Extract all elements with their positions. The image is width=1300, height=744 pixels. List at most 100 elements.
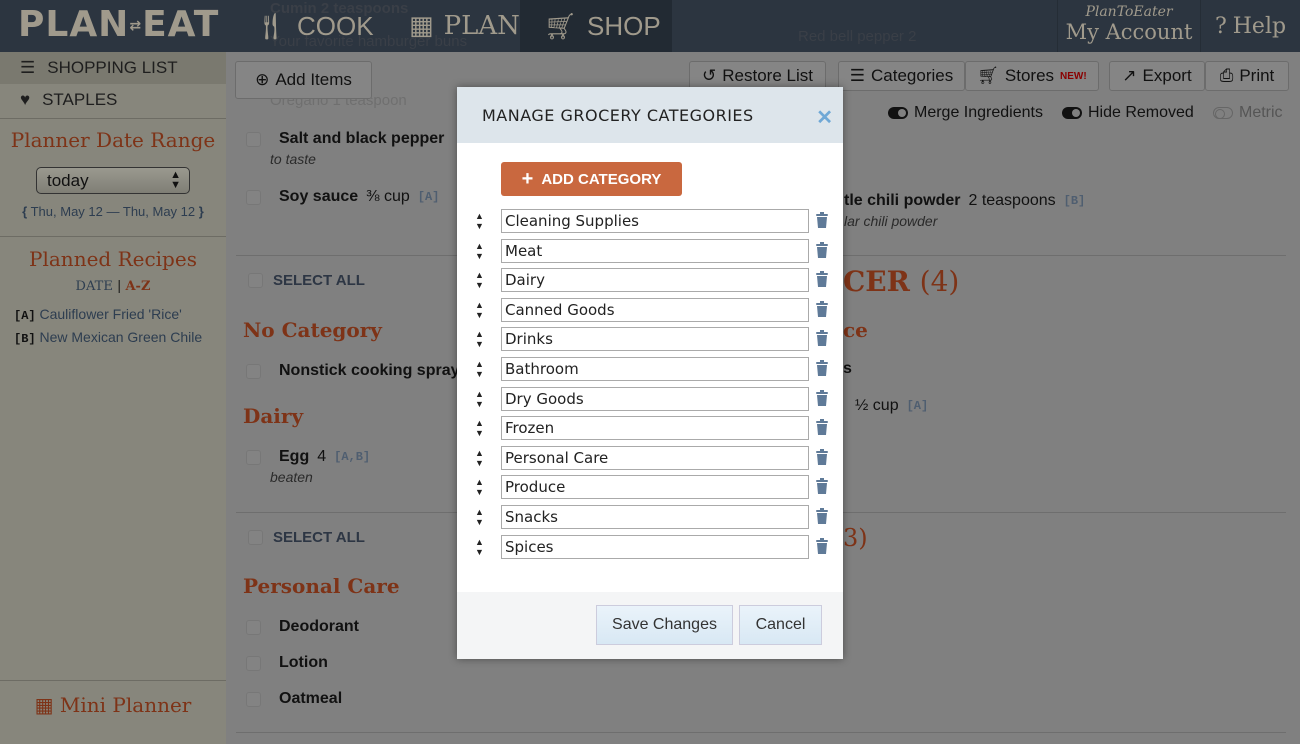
checkbox[interactable] <box>246 691 261 707</box>
category-name-input[interactable]: Dry Goods <box>501 386 809 411</box>
category-name-input[interactable]: Snacks <box>501 505 809 529</box>
drag-handle-icon[interactable]: ▲ ▼ <box>475 329 484 349</box>
trash-icon[interactable] <box>815 537 829 555</box>
drag-handle-icon[interactable]: ▲ ▼ <box>475 448 484 468</box>
trash-icon[interactable] <box>815 448 829 466</box>
category-name-input[interactable]: Drinks <box>501 327 809 352</box>
category-row: ▲ ▼ Drinks <box>475 327 835 352</box>
divider <box>843 512 1286 513</box>
category-name-input[interactable]: Dairy <box>501 268 809 293</box>
logo[interactable]: PLAN⇄EAT <box>18 4 219 45</box>
list-icon: ☰ <box>849 66 866 85</box>
select-all[interactable]: SELECT ALL <box>248 529 365 546</box>
category-name-input[interactable]: Personal Care <box>501 445 809 470</box>
divider <box>236 255 457 256</box>
category-heading: Dairy <box>243 404 304 428</box>
list-item[interactable]: s <box>843 360 852 378</box>
list-item[interactable]: Salt and black pepper <box>246 130 444 148</box>
trash-icon[interactable] <box>815 507 829 525</box>
trash-icon[interactable] <box>815 418 829 436</box>
drag-handle-icon[interactable]: ▲ ▼ <box>475 389 484 409</box>
drag-handle-icon[interactable]: ▲ ▼ <box>475 359 484 379</box>
drag-handle-icon[interactable]: ▲ ▼ <box>475 241 484 261</box>
list-item[interactable]: Soy sauce ⅜ cup [A] <box>246 188 439 206</box>
category-name-input[interactable]: Canned Goods <box>501 297 809 322</box>
print-icon: ⎙ <box>1219 66 1234 85</box>
print-button[interactable]: ⎙ Print <box>1205 61 1289 91</box>
drag-handle-icon[interactable]: ▲ ▼ <box>475 507 484 527</box>
checkbox[interactable] <box>246 655 261 671</box>
categories-button[interactable]: ☰ Categories <box>838 61 965 91</box>
my-account[interactable]: PlanToEater My Account <box>1057 0 1200 52</box>
category-heading: No Category <box>243 318 382 342</box>
sort-date[interactable]: DATE <box>76 279 113 294</box>
list-item[interactable]: Oatmeal <box>246 690 342 708</box>
planned-recipe[interactable]: [B] New Mexican Green Chile <box>14 329 226 346</box>
checkbox[interactable] <box>248 273 263 288</box>
drag-handle-icon[interactable]: ▲ ▼ <box>475 270 484 290</box>
question-icon: ? <box>1214 13 1227 39</box>
date-range-select[interactable]: today ▲ ▼ <box>36 167 190 194</box>
drag-handle-icon[interactable]: ▲ ▼ <box>475 477 484 497</box>
mini-planner[interactable]: ▦ Mini Planner <box>0 693 226 717</box>
trash-icon[interactable] <box>815 477 829 495</box>
trash-icon[interactable] <box>815 270 829 288</box>
add-items-button[interactable]: ⊕ Add Items <box>235 61 372 99</box>
drag-handle-icon[interactable]: ▲ ▼ <box>475 211 484 231</box>
drag-handle-icon[interactable]: ▲ ▼ <box>475 418 484 438</box>
metric-toggle[interactable]: Metric <box>1213 104 1283 122</box>
hide-removed-toggle[interactable]: Hide Removed <box>1062 104 1194 122</box>
category-name-input[interactable]: Cleaning Supplies <box>501 209 809 233</box>
trash-icon[interactable] <box>815 389 829 407</box>
sidebar-item-staples[interactable]: ♥ STAPLES <box>0 84 226 116</box>
category-name-input[interactable]: Produce <box>501 475 809 500</box>
help-button[interactable]: ? Help <box>1200 0 1300 52</box>
save-changes-button[interactable]: Save Changes <box>596 605 733 645</box>
sort-az[interactable]: A-Z <box>125 279 150 294</box>
category-name-input[interactable]: Bathroom <box>501 357 809 381</box>
divider <box>843 255 1286 256</box>
select-all[interactable]: SELECT ALL <box>248 272 365 289</box>
export-button[interactable]: ↗ Export <box>1109 61 1205 91</box>
faded-item: Cumin 2 teaspoons <box>270 0 409 17</box>
category-row: ▲ ▼ Dry Goods <box>475 386 835 411</box>
checkbox[interactable] <box>246 131 261 147</box>
trash-icon[interactable] <box>815 241 829 259</box>
drag-handle-icon[interactable]: ▲ ▼ <box>475 537 484 557</box>
item-note: lar chili powder <box>844 213 938 229</box>
list-item[interactable]: tle chili powder 2 teaspoons [B] <box>844 192 1085 210</box>
trash-icon[interactable] <box>815 359 829 377</box>
trash-icon[interactable] <box>815 211 829 229</box>
cancel-button[interactable]: Cancel <box>739 605 822 645</box>
divider <box>0 118 226 119</box>
top-nav: PLAN⇄EAT 🍴︎ COOK ▦ PLAN 🛒︎ SHOP PlanToEater… <box>0 0 1300 52</box>
category-name-input[interactable]: Spices <box>501 534 809 559</box>
category-row: ▲ ▼ Personal Care <box>475 445 835 470</box>
trash-icon[interactable] <box>815 329 829 347</box>
divider <box>0 680 226 681</box>
sidebar-item-shopping-list[interactable]: ☰ SHOPPING LIST <box>0 52 226 84</box>
select-arrows-icon: ▲ ▼ <box>170 169 181 191</box>
checkbox[interactable] <box>246 363 261 379</box>
list-item[interactable]: ½ cup [A] <box>855 397 928 415</box>
sort-options: DATE | A-Z <box>75 279 151 294</box>
checkbox[interactable] <box>248 530 263 545</box>
list-item[interactable]: Deodorant <box>246 618 359 636</box>
category-name-input[interactable]: Frozen <box>501 416 809 441</box>
checkbox[interactable] <box>246 449 261 465</box>
planned-recipe[interactable]: [A] Cauliflower Fried 'Rice' <box>14 306 182 323</box>
close-icon[interactable]: ✕ <box>816 105 833 130</box>
checkbox[interactable] <box>246 189 261 205</box>
merge-ingredients-toggle[interactable]: Merge Ingredients <box>888 104 1043 122</box>
list-item[interactable]: Egg 4 [A,B] <box>246 448 370 466</box>
add-category-button[interactable]: + ADD CATEGORY <box>501 162 682 196</box>
category-name-input[interactable]: Meat <box>501 238 809 263</box>
category-row: ▲ ▼ Produce <box>475 475 835 500</box>
drag-handle-icon[interactable]: ▲ ▼ <box>475 300 484 320</box>
checkbox[interactable] <box>246 619 261 635</box>
trash-icon[interactable] <box>815 300 829 318</box>
list-item[interactable]: Nonstick cooking spray <box>246 362 460 380</box>
stores-button[interactable]: 🛒︎ Stores NEW! <box>965 61 1099 91</box>
nav-shop[interactable]: 🛒︎ SHOP <box>520 0 672 52</box>
list-item[interactable]: Lotion <box>246 654 328 672</box>
